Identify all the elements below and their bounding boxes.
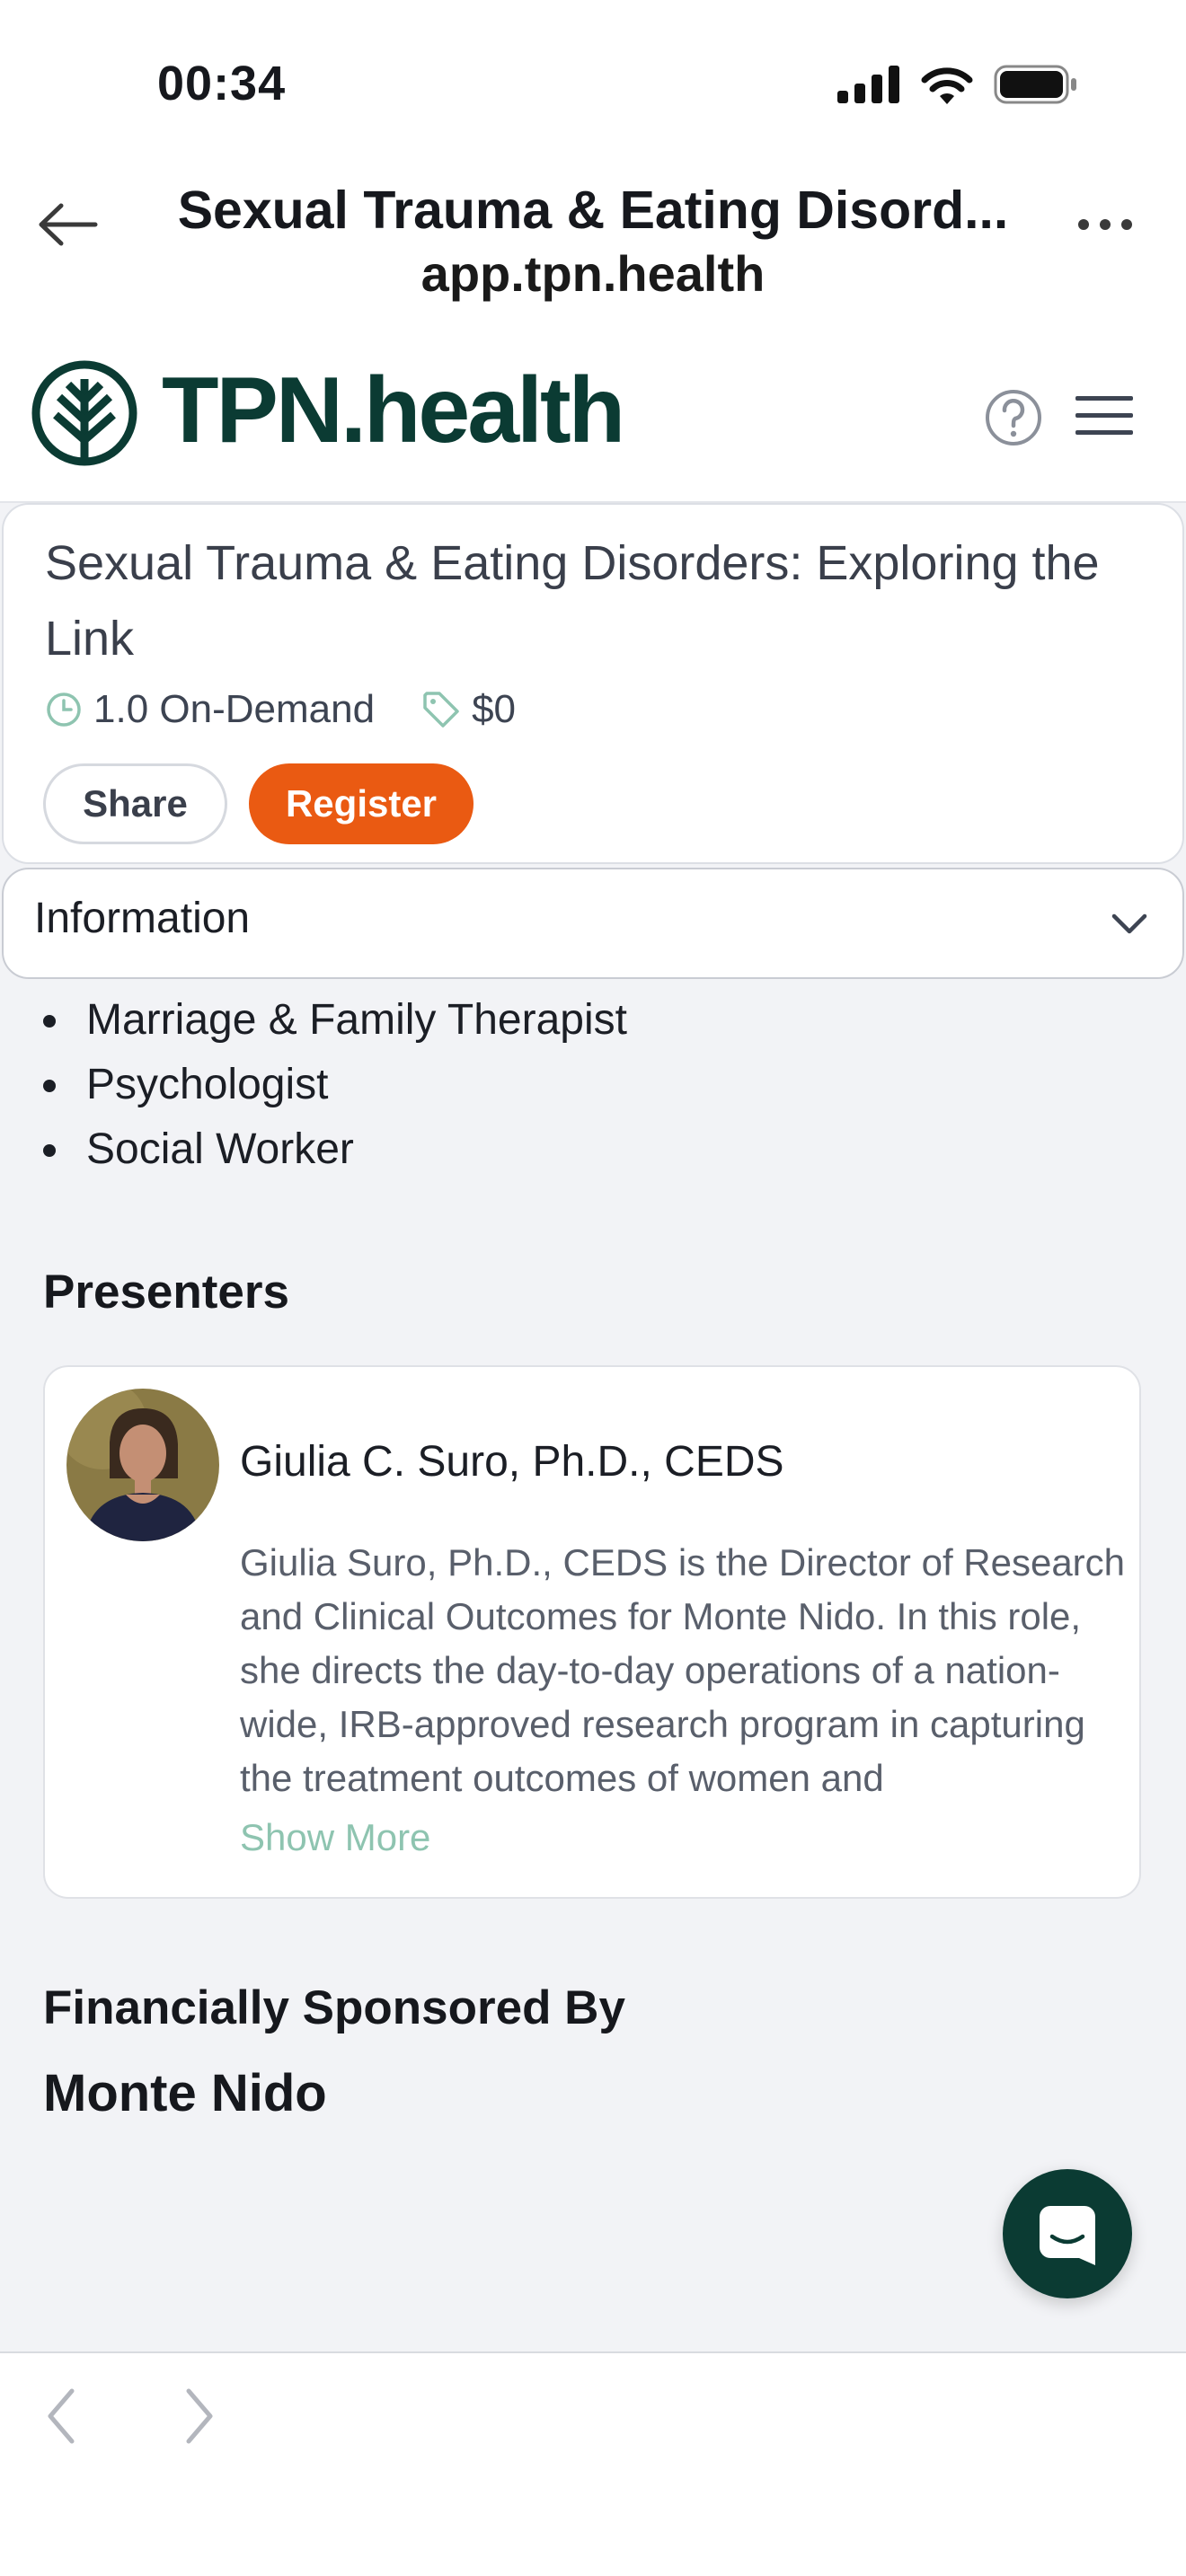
price-text: $0 [472, 687, 517, 731]
presenter-name: Giulia C. Suro, Ph.D., CEDS [240, 1438, 784, 1486]
back-arrow-icon[interactable] [27, 189, 108, 260]
register-button[interactable]: Register [249, 763, 474, 844]
credits-item: 1.0 On-Demand [45, 687, 375, 732]
presenters-heading: Presenters [43, 1266, 290, 1319]
tag-icon [423, 692, 459, 728]
list-item: Social Worker [43, 1117, 627, 1182]
menu-icon[interactable] [1074, 391, 1135, 441]
page-url: app.tpn.health [420, 245, 766, 302]
logo-text[interactable]: TPN.health [162, 357, 625, 464]
chat-icon [1040, 2206, 1095, 2265]
list-item: Psychologist [43, 1053, 627, 1117]
status-icons [837, 65, 1078, 104]
credits-text: 1.0 On-Demand [93, 687, 376, 731]
help-icon[interactable] [984, 388, 1043, 447]
avatar [66, 1389, 219, 1541]
show-more-link[interactable]: Show More [240, 1816, 430, 1859]
wifi-icon [921, 67, 973, 104]
list-item: Marriage & Family Therapist [43, 988, 627, 1053]
share-button[interactable]: Share [43, 763, 227, 844]
clock-icon [47, 693, 81, 727]
battery-icon [994, 65, 1076, 104]
chat-button[interactable] [1003, 2169, 1132, 2298]
sponsor-name: Monte Nido [43, 2064, 327, 2122]
status-time: 00:34 [157, 57, 287, 110]
logo-icon[interactable] [31, 359, 138, 467]
sponsor-heading: Financially Sponsored By [43, 1981, 625, 2034]
price-item: $0 [421, 687, 516, 732]
profession-list: Marriage & Family Therapist Psychologist… [43, 988, 627, 1182]
signal-icon [837, 66, 899, 103]
presenter-bio: Giulia Suro, Ph.D., CEDS is the Director… [240, 1541, 1126, 1799]
more-icon[interactable] [1065, 198, 1146, 251]
course-title: Sexual Trauma & Eating Disorders: Explor… [45, 536, 1100, 666]
chevron-down-icon[interactable] [1107, 905, 1152, 941]
page-title: Sexual Trauma & Eating Disord... [177, 181, 1009, 240]
course-meta: 1.0 On-Demand $0 [45, 687, 516, 732]
chevron-left-icon[interactable] [36, 2380, 90, 2452]
chevron-right-icon[interactable] [171, 2380, 225, 2452]
information-label: Information [34, 895, 251, 942]
